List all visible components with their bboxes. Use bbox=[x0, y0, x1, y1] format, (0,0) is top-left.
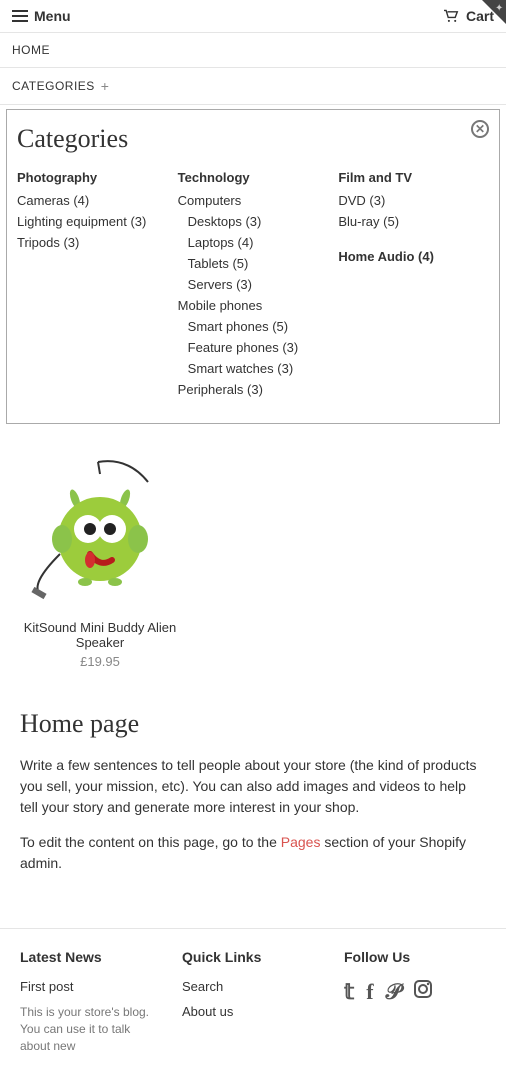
categories-title: Categories bbox=[17, 124, 489, 154]
footer-news-head: Latest News bbox=[20, 949, 162, 965]
corner-badge-icon: ✦ bbox=[495, 3, 503, 11]
head-home-audio[interactable]: Home Audio (4) bbox=[338, 249, 489, 264]
close-icon: ✕ bbox=[475, 122, 485, 136]
nav-home-label: HOME bbox=[12, 43, 50, 57]
product-name: KitSound Mini Buddy Alien Speaker bbox=[20, 620, 180, 650]
footer-follow: Follow Us 𝕥 f 𝒫 bbox=[344, 949, 486, 1054]
home-p1: Write a few sentences to tell people abo… bbox=[20, 755, 486, 818]
head-film-tv[interactable]: Film and TV bbox=[338, 170, 489, 185]
categories-panel: ✕ Categories Photography Cameras (4) Lig… bbox=[6, 109, 500, 424]
footer: Latest News First post This is your stor… bbox=[0, 928, 506, 1074]
home-p2a: To edit the content on this page, go to … bbox=[20, 834, 281, 850]
head-technology[interactable]: Technology bbox=[178, 170, 329, 185]
nav-categories[interactable]: CATEGORIES + bbox=[0, 68, 506, 105]
footer-news-blurb: This is your store's blog. You can use i… bbox=[20, 1004, 162, 1054]
footer-first-post[interactable]: First post bbox=[20, 979, 162, 994]
footer-search[interactable]: Search bbox=[182, 979, 324, 994]
menu-label: Menu bbox=[34, 8, 71, 24]
cat-peripherals[interactable]: Peripherals (3) bbox=[178, 382, 329, 397]
footer-quick-head: Quick Links bbox=[182, 949, 324, 965]
footer-follow-head: Follow Us bbox=[344, 949, 486, 965]
hamburger-icon bbox=[12, 10, 28, 22]
cat-smartwatches[interactable]: Smart watches (3) bbox=[188, 361, 329, 376]
home-title: Home page bbox=[20, 709, 486, 739]
close-button[interactable]: ✕ bbox=[471, 120, 489, 138]
footer-quick: Quick Links Search About us bbox=[182, 949, 324, 1054]
footer-about[interactable]: About us bbox=[182, 1004, 324, 1019]
cat-bluray[interactable]: Blu-ray (5) bbox=[338, 214, 489, 229]
plus-icon: + bbox=[101, 78, 110, 94]
instagram-icon[interactable] bbox=[413, 979, 433, 1005]
cat-dvd[interactable]: DVD (3) bbox=[338, 193, 489, 208]
col-film-audio: Film and TV DVD (3) Blu-ray (5) Home Aud… bbox=[338, 170, 489, 403]
home-p2: To edit the content on this page, go to … bbox=[20, 832, 486, 874]
facebook-icon[interactable]: f bbox=[366, 979, 373, 1005]
col-technology: Technology Computers Desktops (3) Laptop… bbox=[178, 170, 329, 403]
pinterest-icon[interactable]: 𝒫 bbox=[386, 979, 402, 1005]
cat-servers[interactable]: Servers (3) bbox=[188, 277, 329, 292]
cat-tripods[interactable]: Tripods (3) bbox=[17, 235, 168, 250]
cat-smartphones[interactable]: Smart phones (5) bbox=[188, 319, 329, 334]
pages-link[interactable]: Pages bbox=[281, 834, 321, 850]
cat-laptops[interactable]: Laptops (4) bbox=[188, 235, 329, 250]
product-image bbox=[20, 454, 180, 614]
cat-featurephones[interactable]: Feature phones (3) bbox=[188, 340, 329, 355]
cart-icon bbox=[442, 9, 460, 23]
twitter-icon[interactable]: 𝕥 bbox=[344, 979, 354, 1005]
nav-categories-label: CATEGORIES bbox=[12, 79, 95, 93]
cat-lighting[interactable]: Lighting equipment (3) bbox=[17, 214, 168, 229]
header-bar: Menu Cart bbox=[0, 0, 506, 33]
social-icons: 𝕥 f 𝒫 bbox=[344, 979, 486, 1005]
head-photography[interactable]: Photography bbox=[17, 170, 168, 185]
home-section: Home page Write a few sentences to tell … bbox=[0, 699, 506, 928]
cat-cameras[interactable]: Cameras (4) bbox=[17, 193, 168, 208]
nav-home[interactable]: HOME bbox=[0, 33, 506, 68]
cat-computers[interactable]: Computers bbox=[178, 193, 329, 208]
col-photography: Photography Cameras (4) Lighting equipme… bbox=[17, 170, 168, 403]
cat-desktops[interactable]: Desktops (3) bbox=[188, 214, 329, 229]
footer-news: Latest News First post This is your stor… bbox=[20, 949, 162, 1054]
menu-button[interactable]: Menu bbox=[12, 8, 71, 24]
cat-tablets[interactable]: Tablets (5) bbox=[188, 256, 329, 271]
product-card[interactable]: KitSound Mini Buddy Alien Speaker £19.95 bbox=[0, 444, 200, 699]
cat-mobile[interactable]: Mobile phones bbox=[178, 298, 329, 313]
product-price: £19.95 bbox=[20, 654, 180, 669]
